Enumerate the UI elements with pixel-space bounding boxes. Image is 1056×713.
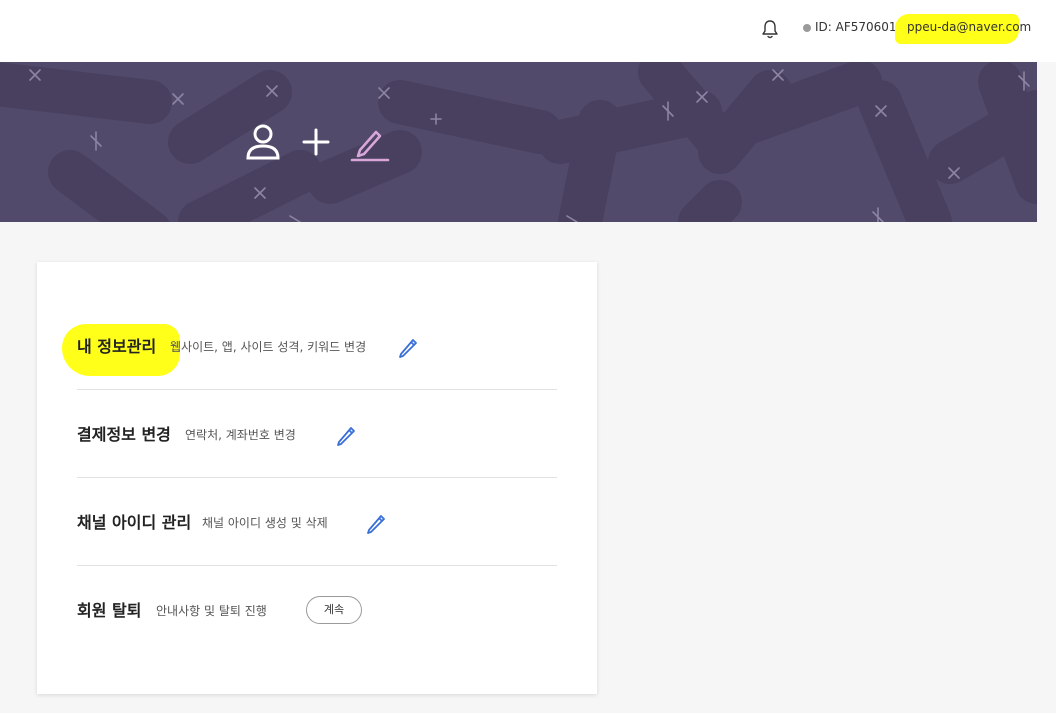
continue-button[interactable]: 계속	[306, 596, 362, 624]
edit-icon	[350, 130, 390, 162]
top-bar: ID: AF5706017 ppeu-da@naver.com	[0, 0, 1056, 62]
menu-desc: 웹사이트, 앱, 사이트 성격, 키워드 변경	[170, 340, 367, 354]
menu-title: 회원 탈퇴	[77, 601, 142, 620]
user-icon	[246, 124, 280, 160]
menu-desc: 연락처, 계좌번호 변경	[185, 428, 296, 442]
divider	[77, 389, 557, 390]
menu-desc: 안내사항 및 탈퇴 진행	[156, 604, 267, 618]
user-email[interactable]: ppeu-da@naver.com	[907, 20, 1031, 34]
user-id: ID: AF5706017	[815, 20, 905, 34]
menu-row-payment[interactable]: 결제정보 변경 연락처, 계좌번호 변경	[77, 391, 557, 479]
menu-title: 결제정보 변경	[77, 425, 171, 444]
menu-row-channel-id[interactable]: 채널 아이디 관리 채널 아이디 생성 및 삭제	[77, 479, 557, 567]
menu-row-my-info[interactable]: 내 정보관리 웹사이트, 앱, 사이트 성격, 키워드 변경	[77, 303, 557, 391]
menu-row-withdraw: 회원 탈퇴 안내사항 및 탈퇴 진행 계속	[77, 567, 557, 655]
plus-icon	[302, 128, 330, 156]
pencil-icon[interactable]	[335, 425, 357, 447]
menu-desc: 채널 아이디 생성 및 삭제	[202, 516, 328, 530]
account-settings-card: 내 정보관리 웹사이트, 앱, 사이트 성격, 키워드 변경 결제정보 변경 연…	[37, 262, 597, 694]
pencil-icon[interactable]	[397, 337, 419, 359]
menu-title: 채널 아이디 관리	[77, 513, 192, 532]
divider	[77, 477, 557, 478]
bell-icon[interactable]	[760, 18, 780, 40]
banner-icons	[246, 124, 390, 162]
pencil-icon[interactable]	[365, 513, 387, 535]
menu-title: 내 정보관리	[77, 337, 157, 356]
banner-pattern	[0, 62, 1037, 222]
profile-banner	[0, 62, 1037, 222]
status-dot	[803, 24, 811, 32]
divider	[77, 565, 557, 566]
